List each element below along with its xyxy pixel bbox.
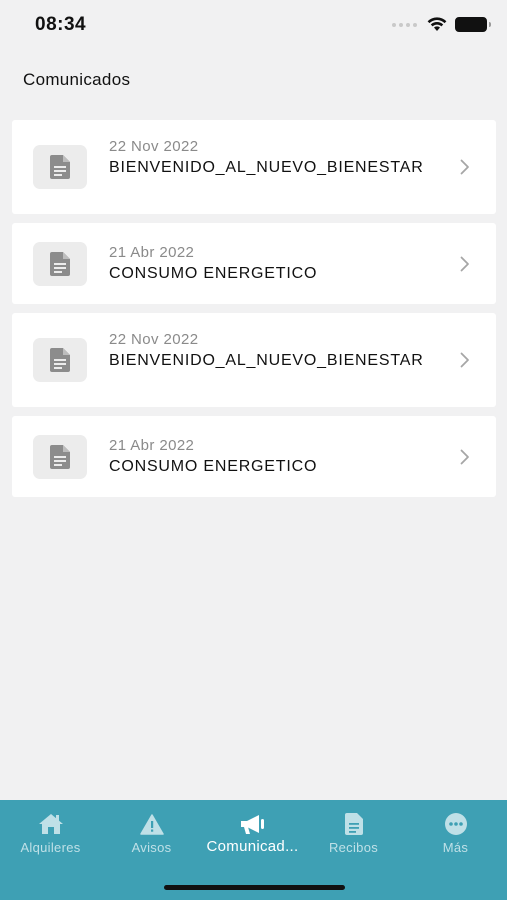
item-date: 22 Nov 2022 (109, 138, 199, 155)
megaphone-icon (239, 812, 267, 836)
announcements-list: 22 Nov 2022 BIENVENIDO_AL_NUEVO_BIENESTA… (12, 120, 496, 506)
tab-alquileres[interactable]: Alquileres (0, 812, 101, 855)
status-time: 08:34 (35, 14, 87, 35)
tab-recibos[interactable]: Recibos (303, 812, 404, 855)
document-icon (33, 242, 87, 286)
document-icon (33, 338, 87, 382)
chevron-right-icon (460, 256, 469, 271)
item-title: CONSUMO ENERGETICO (109, 458, 318, 475)
document-icon (33, 145, 87, 189)
list-item[interactable]: 22 Nov 2022 BIENVENIDO_AL_NUEVO_BIENESTA… (12, 313, 496, 407)
receipt-icon (344, 812, 363, 836)
document-icon (33, 435, 87, 479)
battery-icon (455, 17, 491, 32)
list-item[interactable]: 22 Nov 2022 BIENVENIDO_AL_NUEVO_BIENESTA… (12, 120, 496, 214)
item-date: 21 Abr 2022 (109, 244, 195, 261)
tab-label: Más (442, 840, 469, 855)
status-indicators (392, 17, 491, 32)
item-title: BIENVENIDO_AL_NUEVO_BIENESTAR (109, 352, 424, 369)
item-title: BIENVENIDO_AL_NUEVO_BIENESTAR (109, 159, 424, 176)
more-icon (444, 812, 468, 836)
home-icon (38, 812, 64, 836)
list-item[interactable]: 21 Abr 2022 CONSUMO ENERGETICO (12, 416, 496, 497)
cellular-signal-icon (392, 22, 417, 27)
chevron-right-icon (460, 449, 469, 464)
chevron-right-icon (460, 159, 469, 175)
wifi-icon (427, 17, 447, 31)
tab-label: Comunicad... (206, 838, 299, 855)
tab-label: Recibos (328, 840, 379, 855)
item-title: CONSUMO ENERGETICO (109, 265, 318, 282)
tab-label: Alquileres (20, 840, 81, 855)
home-indicator[interactable] (164, 885, 345, 890)
tab-comunicados[interactable]: Comunicad... (202, 812, 303, 855)
item-date: 21 Abr 2022 (109, 437, 195, 454)
tab-avisos[interactable]: Avisos (101, 812, 202, 855)
chevron-right-icon (460, 352, 469, 368)
tab-label: Avisos (131, 840, 172, 855)
tab-mas[interactable]: Más (405, 812, 506, 855)
page-title: Comunicados (23, 70, 131, 89)
status-bar: 08:34 (0, 0, 507, 56)
warning-icon (139, 812, 164, 836)
item-date: 22 Nov 2022 (109, 331, 199, 348)
list-item[interactable]: 21 Abr 2022 CONSUMO ENERGETICO (12, 223, 496, 304)
